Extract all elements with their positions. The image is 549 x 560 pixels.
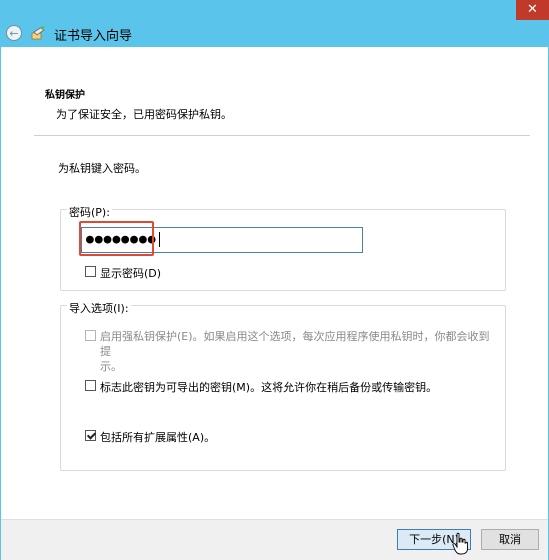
section-title: 私钥保护 xyxy=(45,90,85,101)
exportable-key-option[interactable]: 标志此密钥为可导出的密钥(M)。这将允许你在稍后备份或传输密钥。 xyxy=(85,379,437,395)
back-arrow-icon: ← xyxy=(9,27,19,40)
hand-cursor-icon xyxy=(452,532,468,555)
password-prompt: 为私钥键入密码。 xyxy=(58,162,146,175)
show-password-checkbox[interactable] xyxy=(85,266,96,277)
header-divider xyxy=(34,135,530,136)
wizard-page: 私钥保护 为了保证安全，已用密码保护私钥。 为私钥键入密码。 密码(P): ●●… xyxy=(1,47,548,519)
import-options-label: 导入选项(I): xyxy=(67,300,131,316)
show-password-option[interactable]: 显示密码(D) xyxy=(85,265,161,281)
section-description: 为了保证安全，已用密码保护私钥。 xyxy=(56,108,232,121)
extended-properties-option[interactable]: 包括所有扩展属性(A)。 xyxy=(85,429,215,445)
strong-protection-label-line2: 示。 xyxy=(100,360,122,373)
show-password-label: 显示密码(D) xyxy=(100,267,162,280)
password-highlight-box xyxy=(79,221,154,256)
strong-protection-checkbox[interactable] xyxy=(85,330,96,341)
text-caret xyxy=(158,232,160,247)
window-title: 证书导入向导 xyxy=(54,29,133,44)
title-bar: ✕ ← 证书导入向导 xyxy=(0,0,549,48)
back-button[interactable]: ← xyxy=(6,25,22,41)
exportable-key-label: 标志此密钥为可导出的密钥(M)。这将允许你在稍后备份或传输密钥。 xyxy=(100,381,438,394)
strong-protection-label-line1: 启用强私钥保护(E)。如果启用这个选项，每次应用程序使用私钥时，你都会收到提 xyxy=(100,330,490,358)
close-button[interactable]: ✕ xyxy=(516,0,549,20)
close-icon: ✕ xyxy=(527,2,538,17)
certificate-wizard-icon xyxy=(31,26,45,40)
import-options-group: 导入选项(I): 启用强私钥保护(E)。如果启用这个选项，每次应用程序使用私钥时… xyxy=(60,300,506,471)
extended-properties-checkbox[interactable] xyxy=(85,430,96,441)
password-label: 密码(P): xyxy=(67,204,112,220)
exportable-key-checkbox[interactable] xyxy=(85,380,96,391)
strong-protection-text: 启用强私钥保护(E)。如果启用这个选项，每次应用程序使用私钥时，你都会收到提示。 xyxy=(100,329,495,374)
strong-protection-option[interactable]: 启用强私钥保护(E)。如果启用这个选项，每次应用程序使用私钥时，你都会收到提示。 xyxy=(85,329,495,374)
extended-properties-label: 包括所有扩展属性(A)。 xyxy=(100,431,216,444)
cancel-button[interactable]: 取消 xyxy=(481,529,539,550)
